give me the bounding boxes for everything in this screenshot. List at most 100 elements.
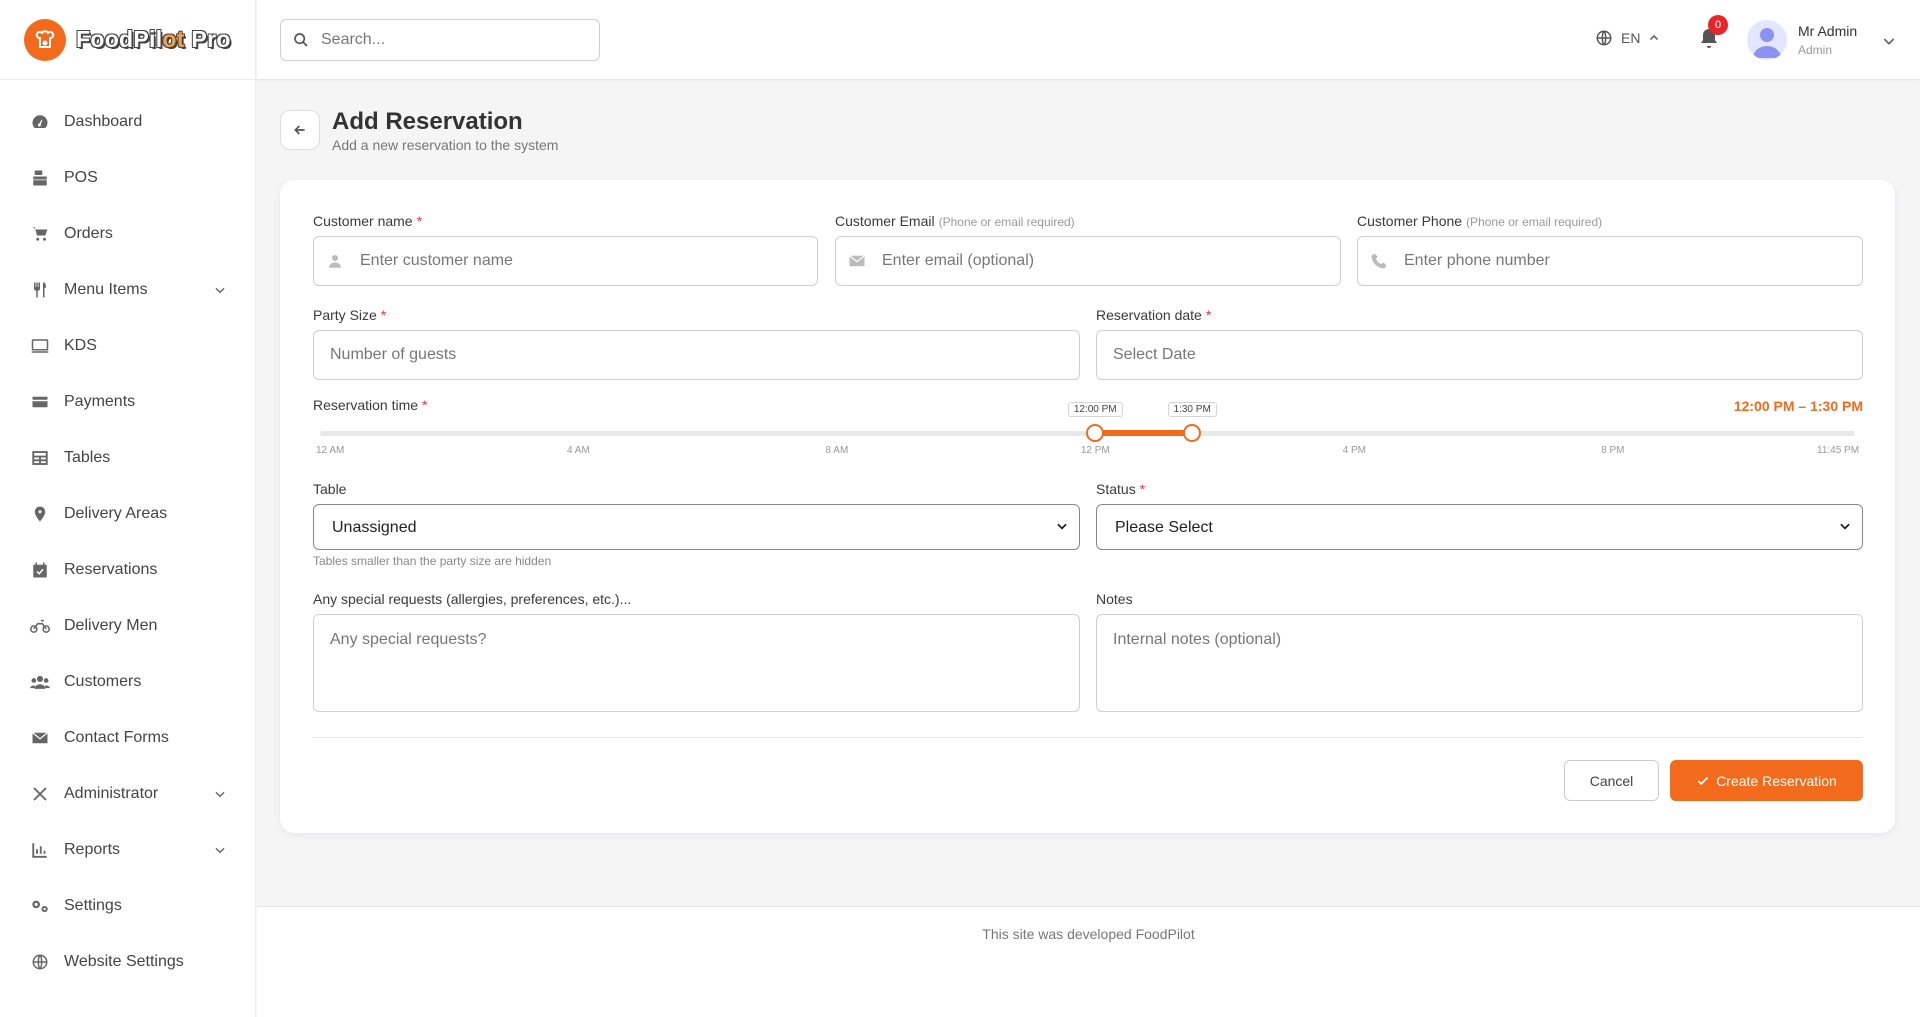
customer-phone-label: Customer Phone (Phone or email required) [1357, 213, 1603, 229]
customer-email-input[interactable] [882, 252, 1340, 270]
cart-icon [30, 224, 50, 244]
sidebar-item-reports[interactable]: Reports [0, 822, 255, 878]
sidebar-item-label: Menu Items [64, 281, 148, 298]
party-size-field[interactable] [313, 330, 1080, 380]
sidebar-item-label: Delivery Men [64, 617, 158, 634]
check-icon [1697, 776, 1709, 785]
user-name[interactable]: Mr Admin [1798, 23, 1857, 39]
footer-text: This site was developed FoodPilot [982, 926, 1195, 942]
status-label: Status * [1096, 481, 1146, 497]
sidebar-item-label: Website Settings [64, 953, 184, 970]
customer-email-field[interactable] [835, 236, 1341, 286]
reservation-date-field[interactable] [1096, 330, 1863, 380]
chevron-down-icon[interactable] [1881, 33, 1897, 49]
end-time-handle[interactable] [1183, 424, 1202, 442]
sidebar-item-pos[interactable]: POS [0, 150, 255, 206]
table-label: Table [313, 481, 347, 497]
envelope-icon [849, 255, 865, 267]
globe-icon [1596, 30, 1612, 46]
map-pin-icon [30, 504, 50, 524]
sidebar-item-contact-forms[interactable]: Contact Forms [0, 710, 255, 766]
sidebar-item-menu-items[interactable]: Menu Items [0, 262, 255, 318]
create-reservation-button[interactable]: Create Reservation [1670, 760, 1863, 801]
brand-logo[interactable]: FoodPilot Pro [0, 0, 255, 80]
sidebar-item-label: Payments [64, 393, 136, 410]
sidebar-item-label: Administrator [64, 785, 159, 802]
cancel-button[interactable]: Cancel [1564, 760, 1659, 801]
chevron-down-icon [215, 791, 225, 798]
sidebar-nav: Dashboard POS Orders Menu Items KDS Payments T… [0, 80, 255, 990]
sidebar-item-customers[interactable]: Customers [0, 654, 255, 710]
customer-phone-input[interactable] [1404, 252, 1862, 270]
gears-icon [30, 896, 50, 916]
sidebar-item-label: KDS [64, 337, 97, 354]
sidebar-item-label: Tables [64, 449, 111, 466]
reservation-form-card: Customer name* Customer Email(Phone or e… [280, 180, 1895, 833]
language-selector[interactable]: EN [1595, 29, 1660, 47]
chevron-down-icon [215, 287, 225, 294]
chart-icon [30, 840, 50, 860]
notes-textarea[interactable] [1097, 615, 1862, 711]
sidebar-item-tables[interactable]: Tables [0, 430, 255, 486]
sidebar-item-reservations[interactable]: Reservations [0, 542, 255, 598]
card-icon [30, 392, 50, 412]
sidebar-item-website-settings[interactable]: Website Settings [0, 934, 255, 990]
table-select[interactable]: Unassigned [314, 505, 1079, 549]
sidebar-item-dashboard[interactable]: Dashboard [0, 94, 255, 150]
customer-name-field[interactable] [313, 236, 818, 286]
phone-icon [1371, 253, 1387, 269]
sidebar-item-orders[interactable]: Orders [0, 206, 255, 262]
sidebar-item-label: Settings [64, 897, 122, 914]
create-reservation-label: Create Reservation [1716, 772, 1837, 789]
table-select-field[interactable]: Unassigned [313, 504, 1080, 550]
sidebar-item-administrator[interactable]: Administrator [0, 766, 255, 822]
chevron-up-icon [1650, 34, 1659, 41]
top-header: EN 0 Mr Admin Admin [257, 0, 1920, 80]
sidebar-item-payments[interactable]: Payments [0, 374, 255, 430]
customer-name-input[interactable] [360, 252, 817, 270]
pos-icon [30, 168, 50, 188]
avatar[interactable] [1747, 20, 1787, 60]
time-slider-fill [1095, 430, 1193, 436]
notes-field[interactable] [1096, 614, 1863, 712]
dashboard-icon [30, 112, 50, 132]
language-code: EN [1621, 30, 1641, 46]
page-subtitle: Add a new reservation to the system [332, 137, 559, 153]
form-divider [312, 737, 1863, 738]
sidebar-item-delivery-areas[interactable]: Delivery Areas [0, 486, 255, 542]
globe-icon [30, 952, 50, 972]
sidebar-item-delivery-men[interactable]: Delivery Men [0, 598, 255, 654]
motorcycle-icon [30, 616, 50, 636]
start-time-handle[interactable] [1086, 424, 1105, 442]
status-select[interactable]: Please Select [1097, 505, 1862, 549]
chef-logo-icon [24, 18, 66, 61]
special-requests-label: Any special requests (allergies, prefere… [313, 591, 632, 607]
envelope-icon [30, 728, 50, 748]
sidebar-item-label: Delivery Areas [64, 505, 168, 522]
sidebar-item-label: Customers [64, 673, 142, 690]
back-button[interactable] [280, 110, 320, 150]
customer-phone-field[interactable] [1357, 236, 1863, 286]
customer-email-label: Customer Email (Phone or email required) [835, 213, 1075, 229]
status-select-field[interactable]: Please Select [1096, 504, 1863, 550]
calendar-check-icon [30, 560, 50, 580]
table-help-text: Tables smaller than the party size are h… [313, 554, 552, 568]
sidebar-item-label: POS [64, 169, 98, 186]
sidebar-item-kds[interactable]: KDS [0, 318, 255, 374]
end-time-tooltip: 1:30 PM [1167, 402, 1217, 417]
special-requests-textarea[interactable] [314, 615, 1079, 711]
party-size-input[interactable] [314, 346, 1079, 364]
sidebar-item-label: Reservations [64, 561, 158, 578]
reservation-date-input[interactable] [1097, 346, 1862, 364]
customer-name-label: Customer name * [313, 213, 423, 229]
reservation-time-label: Reservation time * [313, 397, 428, 413]
time-tick-label: 12 AM [316, 445, 345, 456]
sidebar-item-settings[interactable]: Settings [0, 878, 255, 934]
monitor-icon [30, 336, 50, 356]
notes-label: Notes [1096, 591, 1133, 607]
search-box[interactable] [280, 19, 600, 61]
special-requests-field[interactable] [313, 614, 1080, 712]
sidebar: FoodPilot Pro Dashboard POS Orders Menu Ite… [0, 0, 256, 1017]
start-time-tooltip: 12:00 PM [1067, 402, 1123, 417]
search-input[interactable] [321, 31, 581, 49]
